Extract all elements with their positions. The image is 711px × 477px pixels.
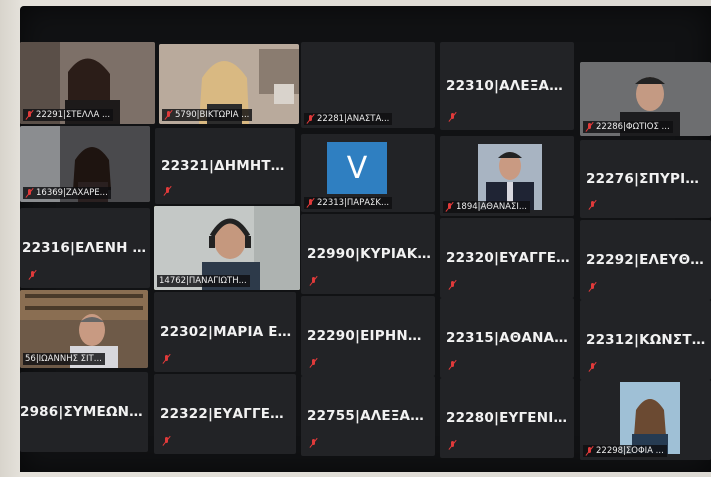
mic-muted-icon — [309, 438, 318, 448]
participant-tile[interactable]: 22322|ΕΥΑΓΓΕΛ... — [154, 374, 296, 454]
participant-tile[interactable]: 22755|ΑΛΕΞΑΝ... — [301, 376, 435, 456]
mic-muted-icon — [585, 446, 594, 456]
participant-name: 22291|ΣΤΕΛΛΑ ... — [36, 110, 111, 120]
participant-name: 22281|ΑΝΑΣΤΑ... — [317, 114, 390, 124]
mic-muted-icon — [164, 110, 173, 120]
mic-muted-icon — [25, 110, 34, 120]
mic-muted-icon — [588, 362, 597, 372]
mic-muted-icon — [448, 280, 457, 290]
participant-name: 22313|ΠΑΡΑΣΚ... — [317, 198, 390, 208]
participant-name: 22320|ΕΥΑΓΓΕΛ... — [446, 250, 570, 266]
mic-muted-icon — [25, 188, 34, 198]
mic-muted-icon — [306, 198, 315, 208]
participant-name: 5790|ΒΙΚΤΩΡΙΑ ... — [175, 110, 250, 120]
participant-name: 1894|ΑΘΑΝΑΣΙ... — [456, 202, 527, 212]
participant-avatar: V — [327, 142, 387, 194]
participant-name: 2986|ΣΥΜΕΩΝ... — [20, 404, 144, 420]
participant-tile[interactable]: 2986|ΣΥΜΕΩΝ... — [20, 372, 148, 452]
mic-muted-icon — [448, 360, 457, 370]
mic-muted-icon — [162, 354, 171, 364]
participant-name: 22298|ΣΟΦΙΑ ... — [596, 446, 664, 456]
participant-tile[interactable]: 22320|ΕΥΑΓΓΕΛ... — [440, 218, 574, 298]
participant-tile[interactable]: 22302|ΜΑΡΙΑ Ε... — [154, 292, 296, 372]
participant-tile[interactable]: 22990|ΚΥΡΙΑΚ... — [301, 214, 435, 294]
participant-name: 22286|ΦΩΤΙΟΣ ... — [596, 122, 670, 132]
mic-muted-icon — [306, 114, 315, 124]
participant-name: 22292|ΕΛΕΥΘΕΡ... — [586, 252, 707, 268]
participant-tile[interactable]: 1894|ΑΘΑΝΑΣΙ... — [440, 136, 574, 216]
participant-tile[interactable]: 22281|ΑΝΑΣΤΑ... — [301, 42, 435, 128]
participant-tile-active-speaker[interactable]: 14762|ΠΑΝΑΓΙΩΤΗ... — [154, 206, 300, 290]
participant-name: 22310|ΑΛΕΞΑΝ... — [446, 78, 570, 94]
participant-tile[interactable]: 22290|ΕΙΡΗΝΗ... — [301, 296, 435, 376]
mic-muted-icon — [588, 282, 597, 292]
participant-tile[interactable]: 22321|ΔΗΜΗΤΡ... — [155, 128, 295, 204]
participant-tile[interactable]: 22316|ΕΛΕΝΗ ... — [20, 208, 150, 288]
mic-muted-icon — [309, 276, 318, 286]
mic-muted-icon — [588, 200, 597, 210]
participant-name: 22321|ΔΗΜΗΤΡ... — [161, 158, 291, 174]
participant-name: 22755|ΑΛΕΞΑΝ... — [307, 408, 431, 424]
participant-tile[interactable]: 22312|ΚΩΝΣΤΑ... — [580, 300, 711, 380]
mic-muted-icon — [163, 186, 172, 196]
participant-name: 22302|ΜΑΡΙΑ Ε... — [160, 324, 292, 340]
participant-tile[interactable]: 22291|ΣΤΕΛΛΑ ... — [20, 42, 155, 124]
participant-name: 14762|ΠΑΝΑΓΙΩΤΗ... — [159, 276, 247, 286]
participant-name: 22322|ΕΥΑΓΓΕΛ... — [160, 406, 292, 422]
video-grid: 22291|ΣΤΕΛΛΑ ... 5790|ΒΙΚΤΩΡΙΑ ... 22281… — [20, 6, 711, 472]
mic-muted-icon — [448, 440, 457, 450]
participant-name: 22316|ΕΛΕΝΗ ... — [22, 240, 146, 256]
mic-muted-icon — [309, 358, 318, 368]
mic-muted-icon — [28, 270, 37, 280]
mic-muted-icon — [162, 436, 171, 446]
participant-tile[interactable]: 22315|ΑΘΑΝΑΣ... — [440, 298, 574, 378]
participant-name: 22276|ΣΠΥΡΙΔΩ... — [586, 171, 707, 187]
participant-tile[interactable]: 22280|ΕΥΓΕΝΙΑ... — [440, 378, 574, 458]
participant-tile[interactable]: 22286|ΦΩΤΙΟΣ ... — [580, 62, 711, 136]
participant-tile[interactable]: V 22313|ΠΑΡΑΣΚ... — [301, 134, 435, 212]
participant-tile[interactable]: 56|ΙΩΑΝΝΗΣ ΣΙΤ... — [20, 290, 148, 368]
participant-tile[interactable]: 22310|ΑΛΕΞΑΝ... — [440, 42, 574, 130]
participant-name: 22315|ΑΘΑΝΑΣ... — [446, 330, 570, 346]
participant-tile[interactable]: 22292|ΕΛΕΥΘΕΡ... — [580, 220, 711, 300]
participant-name: 22990|ΚΥΡΙΑΚ... — [307, 246, 431, 262]
participant-tile[interactable]: 16369|ΖΑΧΑΡΕ... — [20, 126, 150, 202]
participant-name: 16369|ΖΑΧΑΡΕ... — [36, 188, 108, 198]
participant-name: 22280|ΕΥΓΕΝΙΑ... — [446, 410, 570, 426]
participant-name: 56|ΙΩΑΝΝΗΣ ΣΙΤ... — [25, 354, 102, 364]
participant-name: 22312|ΚΩΝΣΤΑ... — [586, 332, 707, 348]
participant-name: 22290|ΕΙΡΗΝΗ... — [307, 328, 431, 344]
participant-tile[interactable]: 22298|ΣΟΦΙΑ ... — [580, 380, 711, 460]
mic-muted-icon — [585, 122, 594, 132]
participant-tile[interactable]: 22276|ΣΠΥΡΙΔΩ... — [580, 140, 711, 218]
mic-muted-icon — [445, 202, 454, 212]
participant-tile[interactable]: 5790|ΒΙΚΤΩΡΙΑ ... — [159, 44, 299, 124]
mic-muted-icon — [448, 112, 457, 122]
